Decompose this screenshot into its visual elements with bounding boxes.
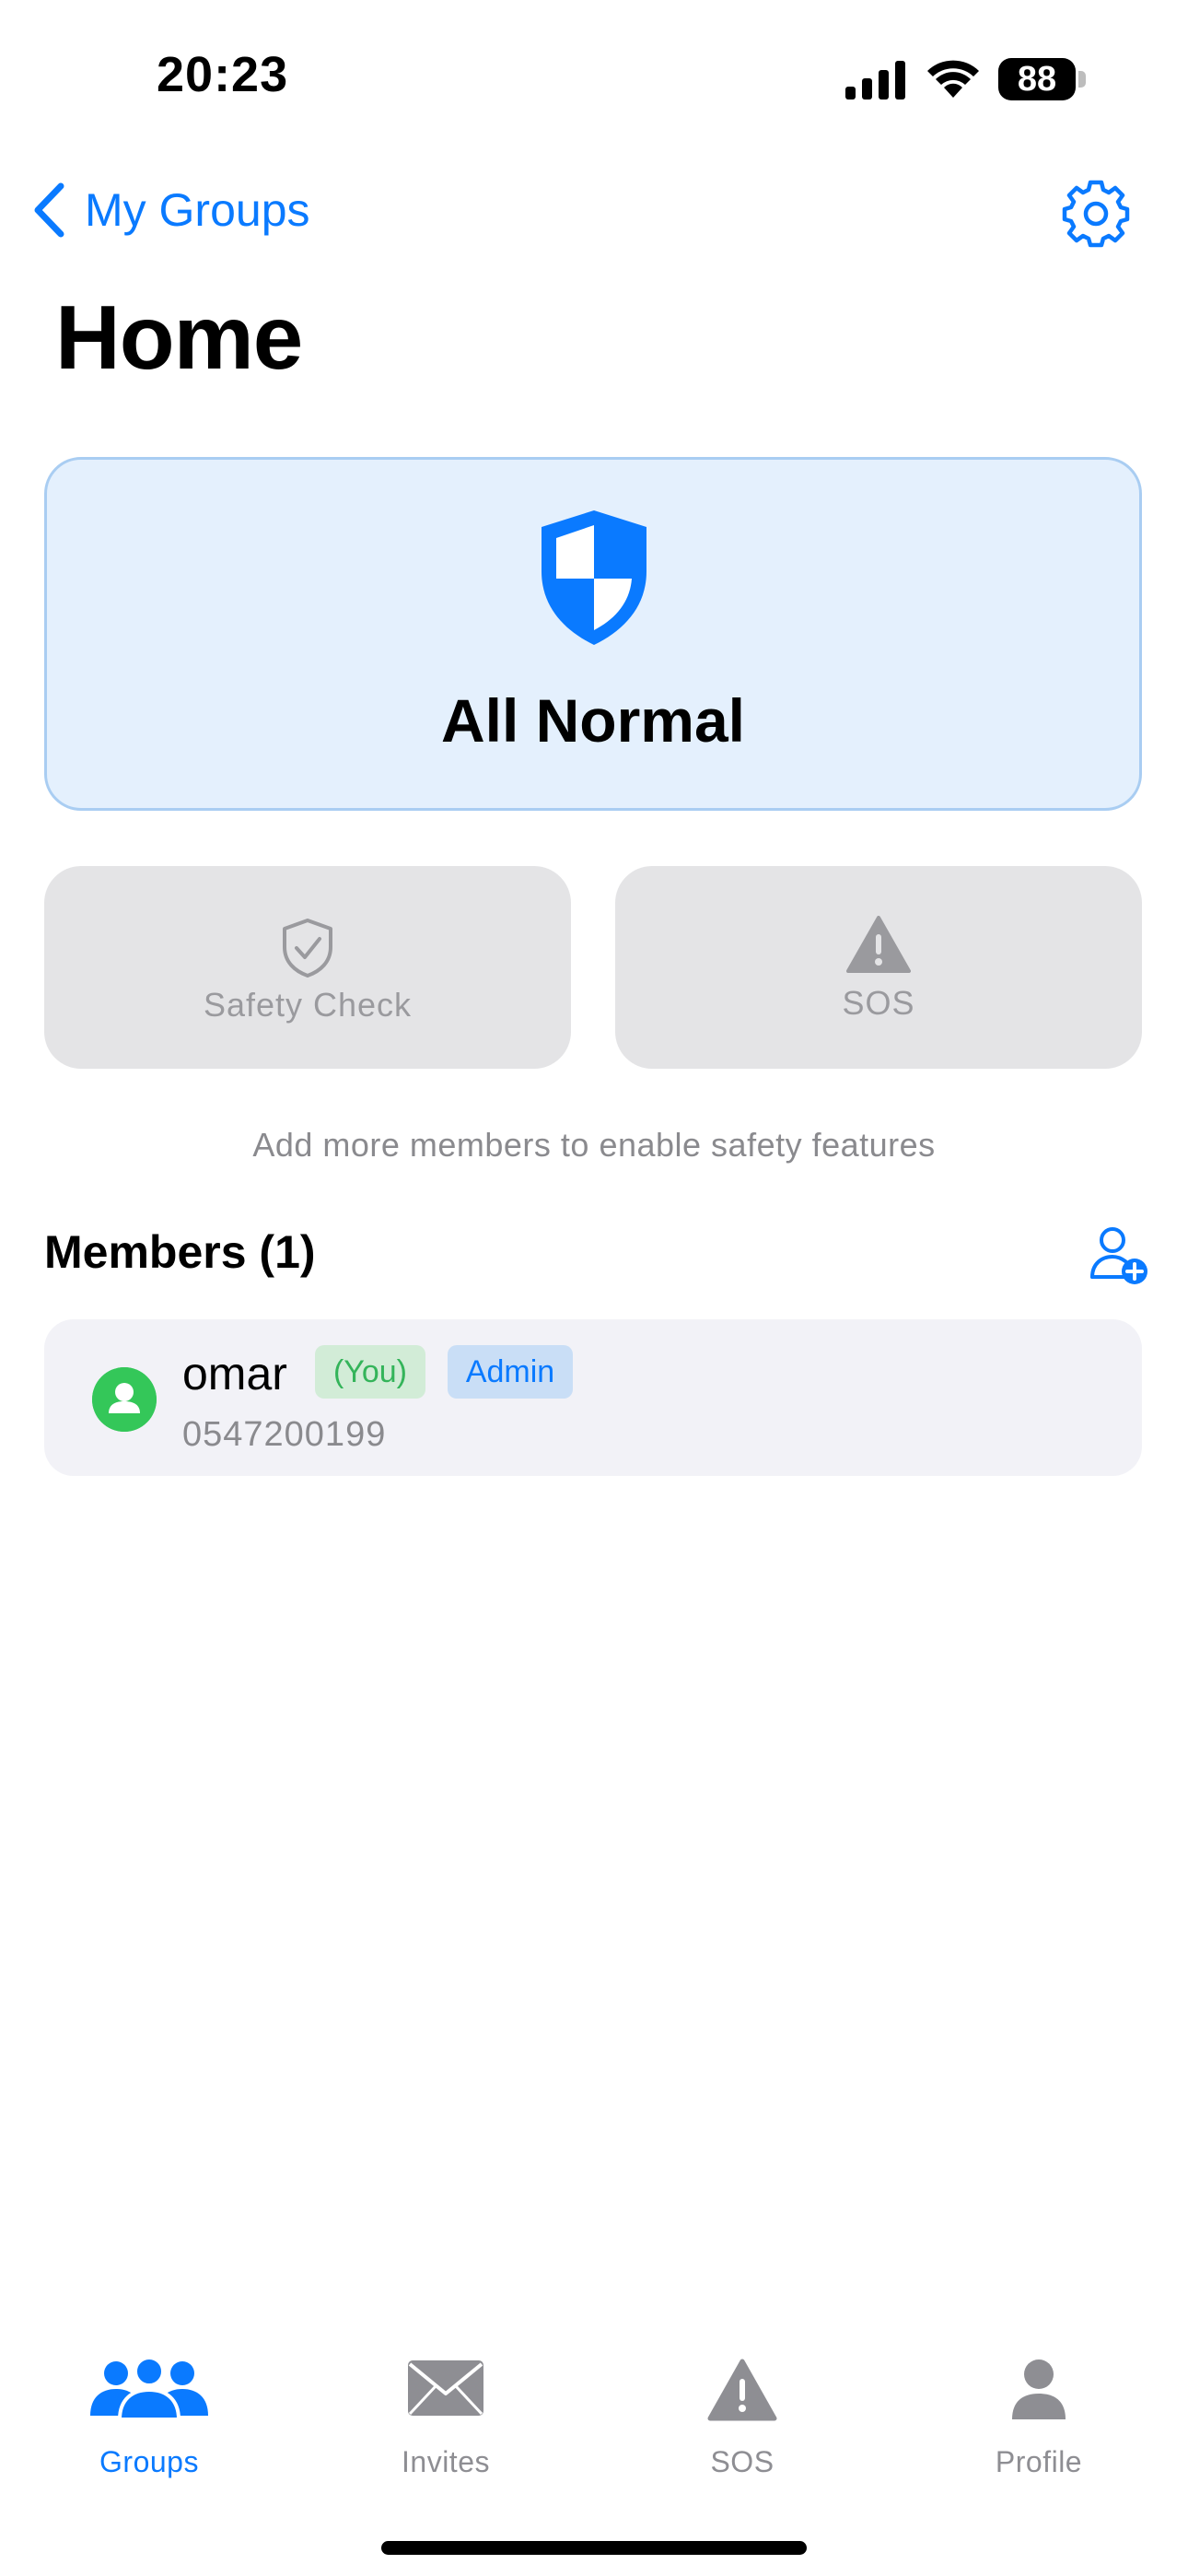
members-header: Members (1) [44,1226,316,1278]
hint-text: Add more members to enable safety featur… [252,1126,936,1164]
role-badge: Admin [448,1345,573,1399]
tab-label: Profile [995,2445,1083,2478]
tab-label: SOS [710,2445,775,2478]
page-title: Home [55,287,303,388]
battery-level: 88 [1017,59,1057,99]
sos-action-button[interactable]: SOS [615,866,1142,1069]
back-label: My Groups [85,184,310,236]
tab-sos[interactable]: SOS [632,2359,853,2478]
tab-invites[interactable]: Invites [335,2359,556,2478]
status-label: All Normal [440,686,746,755]
warning-triangle-icon [707,2359,777,2421]
member-row[interactable]: omar (You) Admin 0547200199 [44,1319,1142,1476]
tab-profile[interactable]: Profile [928,2359,1149,2478]
safety-check-label: Safety Check [203,986,413,1024]
back-button[interactable]: My Groups [31,177,310,243]
battery-cap [1078,71,1086,88]
you-badge: (You) [315,1345,425,1399]
person-icon [1012,2359,1066,2419]
envelope-icon [408,2360,483,2416]
add-person-icon[interactable] [1089,1225,1149,1286]
home-indicator[interactable] [381,2541,807,2555]
groups-icon [90,2359,208,2419]
shield-icon [542,510,646,645]
cellular-signal-icon [845,61,905,100]
avatar [92,1367,157,1432]
battery-indicator: 88 [998,58,1076,100]
status-time: 20:23 [157,47,289,102]
warning-triangle-icon [846,916,911,973]
safety-check-button[interactable]: Safety Check [44,866,571,1069]
tab-label: Invites [402,2445,490,2478]
tab-groups[interactable]: Groups [39,2359,260,2478]
shield-check-icon [283,919,332,978]
gear-icon[interactable] [1059,177,1133,251]
chevron-left-icon [34,182,64,238]
wifi-icon [927,60,979,98]
tab-label: Groups [99,2445,199,2478]
sos-action-label: SOS [842,984,915,1022]
member-name: omar [182,1348,287,1399]
member-phone: 0547200199 [182,1415,387,1454]
